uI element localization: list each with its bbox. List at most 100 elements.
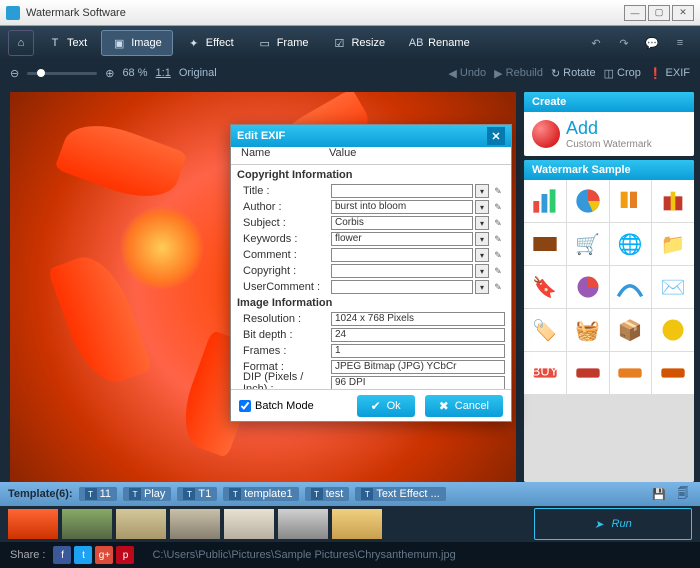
dropdown-icon[interactable]: ▾ — [475, 264, 489, 278]
cancel-button[interactable]: ✖Cancel — [425, 395, 503, 417]
sample-folder-icon[interactable]: 📁 — [652, 223, 694, 265]
sample-pricetag-icon[interactable]: 🏷️ — [524, 309, 566, 351]
exif-field[interactable]: 24 — [331, 328, 505, 342]
template-item-2[interactable]: TT1 — [177, 487, 217, 501]
thumbnail[interactable] — [278, 509, 328, 539]
edit-icon[interactable]: ✎ — [491, 184, 505, 198]
sample-envelope-icon[interactable]: ✉️ — [652, 266, 694, 308]
menu-icon[interactable]: ≡ — [668, 31, 692, 55]
run-button[interactable]: ➤ Run — [534, 508, 692, 540]
sample-ball-icon[interactable] — [652, 309, 694, 351]
edit-icon[interactable]: ✎ — [491, 280, 505, 294]
resize-tool-button[interactable]: ☑Resize — [322, 30, 395, 56]
dropdown-icon[interactable]: ▾ — [475, 280, 489, 294]
home-button[interactable]: ⌂ — [8, 30, 34, 56]
exif-row: Subject :Corbis▾✎ — [237, 215, 505, 231]
edit-icon[interactable]: ✎ — [491, 232, 505, 246]
undo-toolbar-icon[interactable]: ↶ — [584, 31, 608, 55]
original-label[interactable]: Original — [179, 67, 217, 79]
close-button[interactable]: ✕ — [672, 5, 694, 21]
sample-buy-badge-icon[interactable]: BUY — [524, 352, 566, 394]
redo-toolbar-icon[interactable]: ↷ — [612, 31, 636, 55]
save-template-icon[interactable]: 💾 — [650, 485, 668, 503]
exif-field[interactable]: Corbis — [331, 216, 473, 230]
manage-template-icon[interactable]: 🗐 — [674, 485, 692, 503]
sample-tag-icon[interactable]: 🔖 — [524, 266, 566, 308]
frame-tool-button[interactable]: ▭Frame — [248, 30, 319, 56]
sample-pie-chart-icon[interactable] — [567, 180, 609, 222]
sample-signup-badge-icon[interactable] — [610, 352, 652, 394]
googleplus-icon[interactable]: g+ — [95, 546, 113, 564]
exif-field[interactable]: 1 — [331, 344, 505, 358]
sample-tags-icon[interactable] — [610, 180, 652, 222]
twitter-icon[interactable]: t — [74, 546, 92, 564]
sample-bricks-icon[interactable] — [524, 223, 566, 265]
rename-tool-button[interactable]: ABRename — [399, 30, 480, 56]
exif-field[interactable]: flower — [331, 232, 473, 246]
exif-button[interactable]: ❗EXIF — [649, 67, 690, 80]
thumbnail[interactable] — [332, 509, 382, 539]
undo-button[interactable]: ◀Undo — [448, 67, 486, 80]
exif-field[interactable]: 96 DPI — [331, 376, 505, 389]
exif-field[interactable]: JPEG Bitmap (JPG) YCbCr — [331, 360, 505, 374]
zoom-in-icon[interactable]: ⊕ — [105, 67, 114, 80]
template-item-5[interactable]: TText Effect ... — [355, 487, 445, 501]
thumbnail[interactable] — [224, 509, 274, 539]
ratio-label[interactable]: 1:1 — [156, 67, 171, 79]
zoom-out-icon[interactable]: ⊖ — [10, 67, 19, 80]
dropdown-icon[interactable]: ▾ — [475, 200, 489, 214]
template-item-0[interactable]: T11 — [79, 487, 117, 501]
crop-button[interactable]: ◫Crop — [604, 67, 641, 80]
dropdown-icon[interactable]: ▾ — [475, 184, 489, 198]
exif-field[interactable] — [331, 280, 473, 294]
image-tool-button[interactable]: ▣Image — [101, 30, 173, 56]
sample-basket-icon[interactable]: 🧺 — [567, 309, 609, 351]
exif-field[interactable]: burst into bloom — [331, 200, 473, 214]
exif-field[interactable]: 1024 x 768 Pixels — [331, 312, 505, 326]
sample-pie2-icon[interactable] — [567, 266, 609, 308]
sample-orange-badge-icon[interactable] — [652, 352, 694, 394]
sample-globe-icon[interactable]: 🌐 — [610, 223, 652, 265]
chat-icon[interactable]: 💬 — [640, 31, 664, 55]
template-item-3[interactable]: Ttemplate1 — [223, 487, 298, 501]
zoom-slider[interactable] — [27, 72, 97, 75]
pinterest-icon[interactable]: p — [116, 546, 134, 564]
sample-join-badge-icon[interactable] — [567, 352, 609, 394]
edit-icon[interactable]: ✎ — [491, 248, 505, 262]
sample-box-icon[interactable]: 📦 — [610, 309, 652, 351]
thumbnail[interactable] — [8, 509, 58, 539]
dialog-titlebar[interactable]: Edit EXIF ✕ — [231, 125, 511, 147]
edit-icon[interactable]: ✎ — [491, 216, 505, 230]
batch-mode-input[interactable] — [239, 400, 251, 412]
exif-field[interactable] — [331, 184, 473, 198]
template-item-1[interactable]: TPlay — [123, 487, 171, 501]
facebook-icon[interactable]: f — [53, 546, 71, 564]
sample-bar-chart-icon[interactable] — [524, 180, 566, 222]
template-item-4[interactable]: Ttest — [305, 487, 350, 501]
minimize-button[interactable]: — — [624, 5, 646, 21]
dropdown-icon[interactable]: ▾ — [475, 248, 489, 262]
exif-field[interactable] — [331, 248, 473, 262]
effect-tool-button[interactable]: ✦Effect — [177, 30, 244, 56]
dialog-body[interactable]: Copyright InformationTitle :▾✎Author :bu… — [231, 165, 511, 389]
thumbnail[interactable] — [62, 509, 112, 539]
rotate-button[interactable]: ↻Rotate — [551, 67, 596, 80]
dropdown-icon[interactable]: ▾ — [475, 232, 489, 246]
ok-button[interactable]: ✔Ok — [357, 395, 415, 417]
thumbnail[interactable] — [116, 509, 166, 539]
rebuild-button[interactable]: ▶Rebuild — [494, 67, 543, 80]
sample-cart-icon[interactable]: 🛒 — [567, 223, 609, 265]
add-watermark-button[interactable]: Add Custom Watermark — [524, 112, 694, 156]
maximize-button[interactable]: ▢ — [648, 5, 670, 21]
text-tool-button[interactable]: TText — [38, 30, 97, 56]
exif-field[interactable] — [331, 264, 473, 278]
sample-curve-icon[interactable] — [610, 266, 652, 308]
template-t-icon: T — [311, 488, 323, 500]
edit-icon[interactable]: ✎ — [491, 200, 505, 214]
dropdown-icon[interactable]: ▾ — [475, 216, 489, 230]
batch-mode-checkbox[interactable]: Batch Mode — [239, 400, 347, 412]
thumbnail[interactable] — [170, 509, 220, 539]
sample-gift-icon[interactable] — [652, 180, 694, 222]
edit-icon[interactable]: ✎ — [491, 264, 505, 278]
dialog-close-button[interactable]: ✕ — [487, 127, 505, 145]
